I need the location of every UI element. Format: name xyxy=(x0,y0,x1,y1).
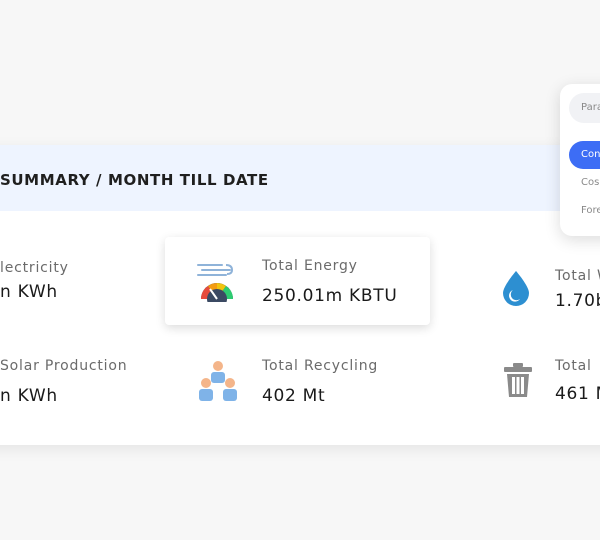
metric-value: n KWh xyxy=(0,282,58,302)
dropdown-item-active[interactable]: Con xyxy=(569,141,600,169)
metric-label: lectricity xyxy=(0,260,69,276)
people-group-icon xyxy=(199,361,237,401)
gauge-icon xyxy=(197,264,234,302)
metric-value: 461 M xyxy=(555,384,600,404)
metric-label: Solar Production xyxy=(0,358,128,374)
metric-label: Total Energy xyxy=(262,258,358,274)
metric-value: 402 Mt xyxy=(262,386,326,406)
metric-label: Total W xyxy=(555,268,600,284)
dropdown-item[interactable]: Cos xyxy=(569,169,600,197)
metric-label: Total Recycling xyxy=(262,358,379,374)
dropdown-search-input[interactable]: Para xyxy=(569,93,600,123)
metric-label: Total xyxy=(555,358,592,374)
water-drop-icon xyxy=(503,271,529,306)
trash-icon xyxy=(504,363,532,397)
dropdown-item[interactable]: Fore xyxy=(569,197,600,225)
summary-title: SUMMARY / MONTH TILL DATE xyxy=(0,171,269,189)
dropdown-menu: Para Con Cos Fore xyxy=(560,84,600,236)
metric-value: n KWh xyxy=(0,386,58,406)
summary-header: SUMMARY / MONTH TILL DATE xyxy=(0,145,600,211)
metric-value: 1.70b xyxy=(555,291,600,311)
metric-value: 250.01m KBTU xyxy=(262,286,398,306)
